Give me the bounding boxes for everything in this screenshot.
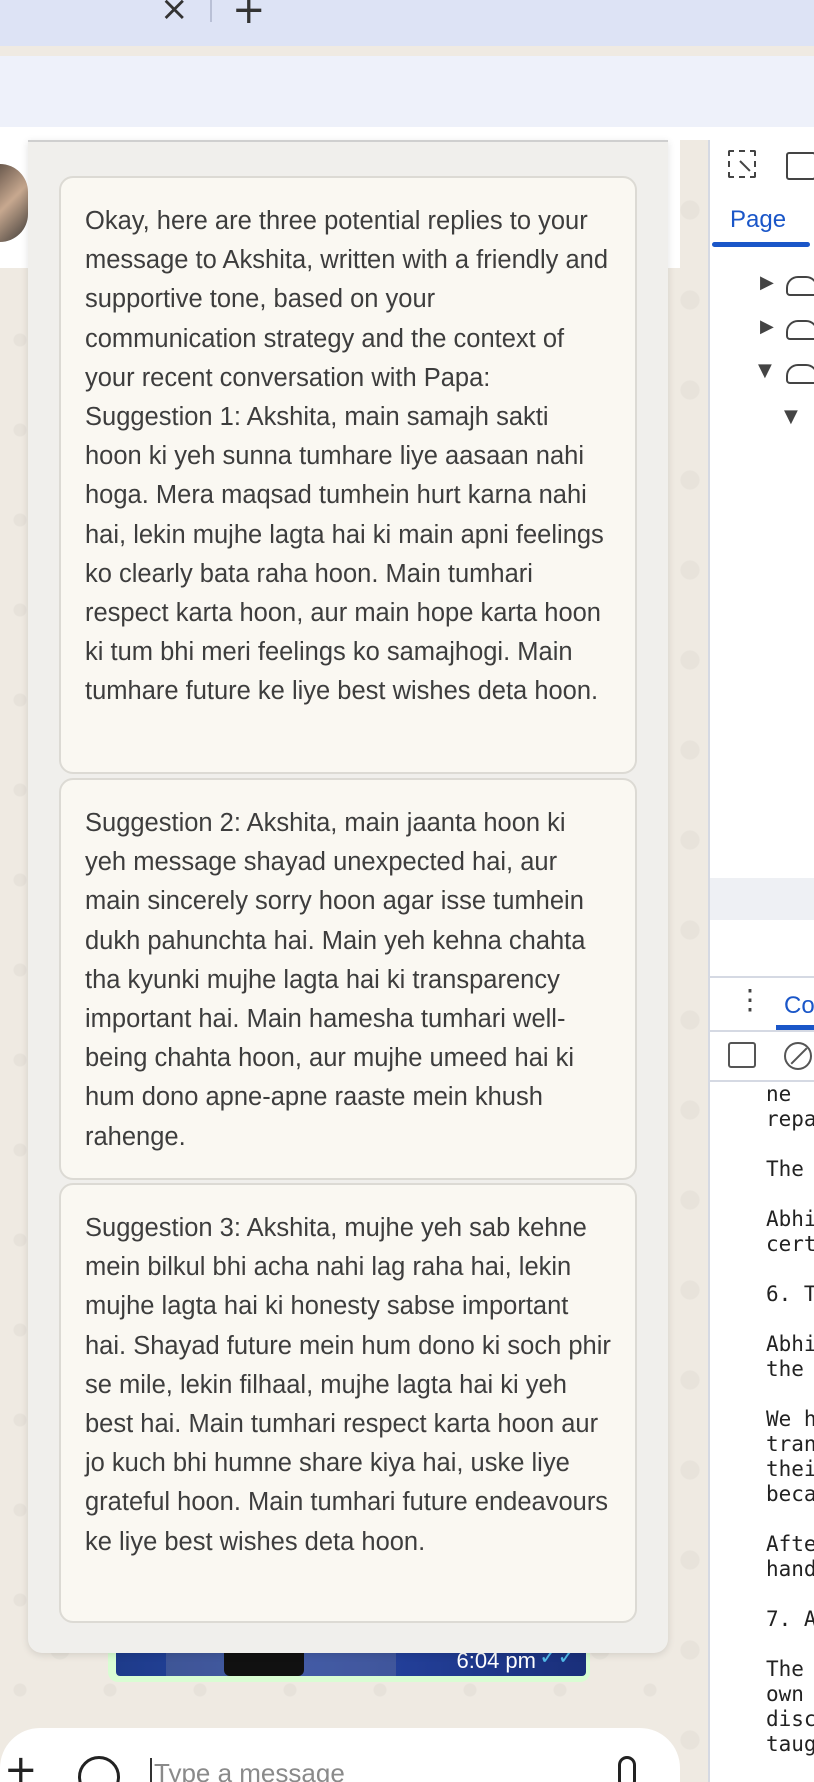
- suggestion-card-1[interactable]: Okay, here are three potential replies t…: [59, 176, 637, 774]
- tab-console[interactable]: Co: [784, 992, 814, 1020]
- attach-plus-icon[interactable]: +: [4, 1750, 38, 1782]
- suggestion-text: Okay, here are three potential replies t…: [85, 207, 609, 706]
- tree-expand-arrow-icon[interactable]: ▶: [760, 316, 774, 337]
- tree-collapse-arrow-icon[interactable]: ▼: [784, 406, 798, 427]
- suggestion-card-2[interactable]: Suggestion 2: Akshita, main jaanta hoon …: [59, 778, 637, 1180]
- cloud-icon: [786, 276, 814, 296]
- devtools-divider: [710, 976, 814, 978]
- tree-expand-arrow-icon[interactable]: ▶: [760, 272, 774, 293]
- tab-page-indicator: [712, 242, 810, 247]
- browser-toolbar: [0, 56, 814, 127]
- message-input[interactable]: Type a message: [150, 1758, 610, 1782]
- inspect-element-icon[interactable]: [728, 150, 756, 178]
- console-output: ne repa The Abhi cert 6. T Abhi the We h…: [766, 1082, 814, 1756]
- devtools-divider: [710, 1030, 814, 1032]
- clear-console-icon[interactable]: [784, 1042, 812, 1070]
- more-options-icon[interactable]: ⋮: [736, 986, 764, 1014]
- devtools-status-bar: [710, 878, 814, 920]
- show-sidebar-icon[interactable]: [728, 1042, 756, 1068]
- cloud-icon: [786, 364, 814, 384]
- tab-separator: [210, 0, 212, 22]
- device-toolbar-icon[interactable]: [786, 152, 814, 180]
- microphone-icon[interactable]: [618, 1756, 636, 1782]
- suggestion-text: Suggestion 3: Akshita, mujhe yeh sab keh…: [85, 1214, 611, 1556]
- suggestion-text: Suggestion 2: Akshita, main jaanta hoon …: [85, 809, 586, 1151]
- tab-page[interactable]: Page: [730, 206, 786, 234]
- cloud-icon: [786, 320, 814, 340]
- browser-tab-strip: [0, 0, 814, 46]
- new-tab-icon[interactable]: +: [232, 0, 266, 30]
- tree-collapse-arrow-icon[interactable]: ▼: [758, 360, 772, 381]
- suggestion-card-3[interactable]: Suggestion 3: Akshita, mujhe yeh sab keh…: [59, 1183, 637, 1623]
- close-tab-icon[interactable]: ×: [160, 0, 189, 26]
- suggestions-panel-top-border: [28, 140, 668, 142]
